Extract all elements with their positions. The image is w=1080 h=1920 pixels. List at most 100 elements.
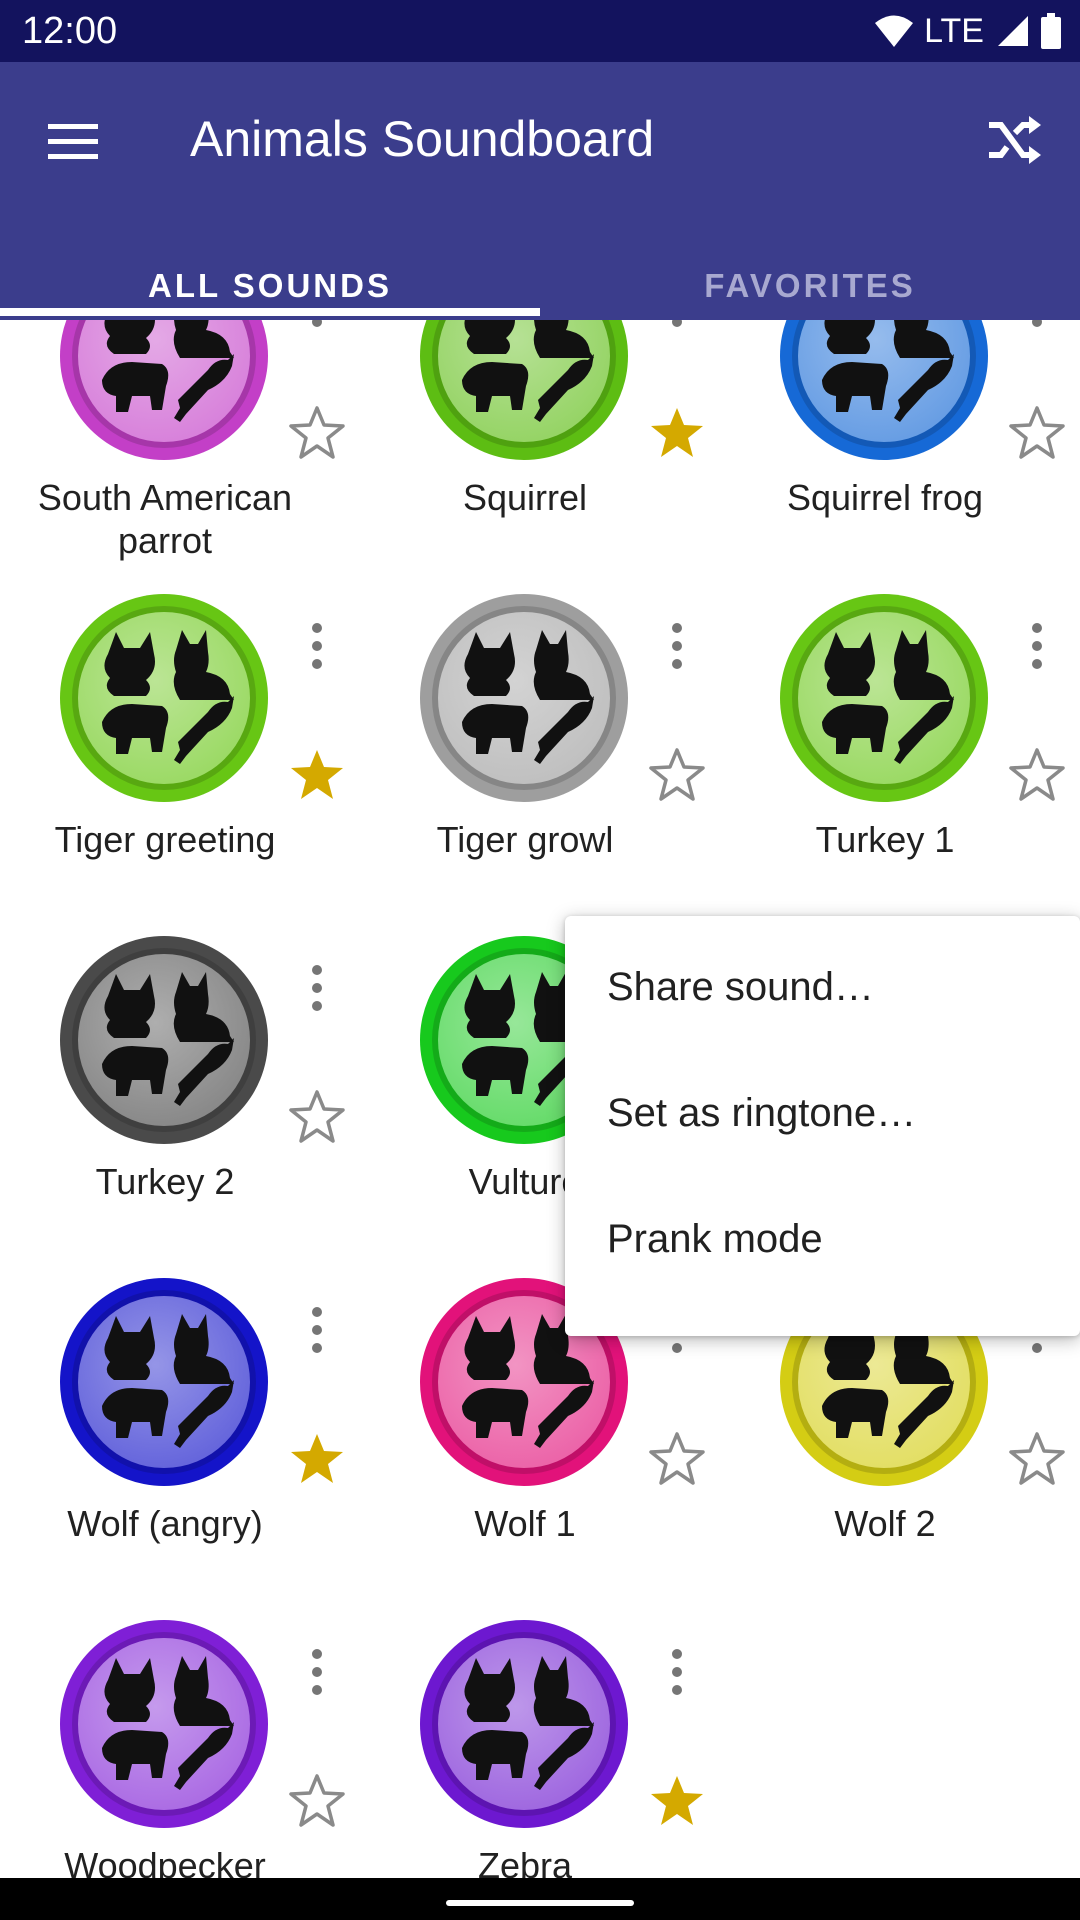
sound-item: Turkey 2: [0, 934, 360, 1276]
tab-indicator: [0, 308, 540, 316]
sound-row: South American parrot Squirrel Squirrel fr…: [0, 320, 1080, 592]
favorite-toggle[interactable]: [1008, 746, 1066, 804]
sound-label: Zebra: [477, 1845, 573, 1878]
sound-label: Woodpecker: [64, 1845, 266, 1878]
more-options-button[interactable]: [290, 958, 344, 1018]
more-options-button[interactable]: [1010, 616, 1064, 676]
sound-item: Wolf (angry): [0, 1276, 360, 1618]
sound-label: Turkey 2: [95, 1161, 235, 1202]
animals-emblem-icon: [780, 594, 988, 802]
sound-label: Turkey 1: [815, 819, 955, 860]
sound-options-menu: Share sound… Set as ringtone… Prank mode: [565, 916, 1080, 1336]
favorite-toggle[interactable]: [288, 1772, 346, 1830]
favorite-toggle[interactable]: [648, 1430, 706, 1488]
sound-item: Turkey 1: [720, 592, 1080, 934]
star-outline-icon: [289, 406, 345, 459]
tab-favorites[interactable]: FAVORITES: [540, 258, 1080, 320]
animals-emblem-icon: [420, 594, 628, 802]
sound-play-button[interactable]: [418, 592, 630, 804]
sound-row: Tiger greeting Tiger growl Turkey 1: [0, 592, 1080, 934]
sound-play-button[interactable]: [778, 592, 990, 804]
menu-item-share-sound[interactable]: Share sound…: [565, 924, 1080, 1050]
wifi-icon: [874, 14, 914, 48]
status-bar: 12:00 LTE: [0, 0, 1080, 62]
menu-item-prank-mode[interactable]: Prank mode: [565, 1176, 1080, 1302]
status-time: 12:00: [22, 10, 118, 52]
more-options-button[interactable]: [290, 1300, 344, 1360]
home-gesture-handle[interactable]: [446, 1900, 634, 1906]
sound-play-button[interactable]: [778, 320, 990, 462]
sound-label: Wolf (angry): [67, 1503, 263, 1544]
battery-icon: [1040, 13, 1062, 49]
animals-emblem-icon: [420, 1620, 628, 1828]
app-title: Animals Soundboard: [190, 111, 655, 167]
sound-item: Squirrel frog: [720, 320, 1080, 592]
menu-item-set-ringtone[interactable]: Set as ringtone…: [565, 1050, 1080, 1176]
navigation-bar: [0, 1878, 1080, 1920]
more-options-button[interactable]: [650, 1642, 704, 1702]
sound-play-button[interactable]: [58, 1276, 270, 1488]
sound-label: Wolf 1: [474, 1503, 576, 1544]
favorite-toggle[interactable]: [288, 1430, 346, 1488]
sound-label: Squirrel: [462, 477, 588, 518]
sound-item: Zebra: [360, 1618, 720, 1878]
animals-emblem-icon: [60, 936, 268, 1144]
more-options-button[interactable]: [290, 1642, 344, 1702]
sound-item: Woodpecker: [0, 1618, 360, 1878]
animals-emblem-icon: [60, 320, 268, 460]
status-icons: LTE: [874, 10, 1062, 52]
shuffle-icon: [985, 115, 1043, 170]
animals-emblem-icon: [60, 594, 268, 802]
animals-emblem-icon: [60, 1620, 268, 1828]
sound-label: Tiger growl: [436, 819, 614, 860]
sound-play-button[interactable]: [58, 592, 270, 804]
sound-play-button[interactable]: [418, 320, 630, 462]
sound-item: South American parrot: [0, 320, 360, 592]
more-options-button[interactable]: [290, 320, 344, 334]
star-outline-icon: [649, 1432, 705, 1485]
sound-label: South American parrot: [37, 477, 293, 561]
hamburger-menu-icon: [46, 121, 100, 166]
star-outline-icon: [289, 1774, 345, 1827]
star-filled-icon: [291, 750, 343, 799]
favorite-toggle[interactable]: [288, 746, 346, 804]
more-options-button[interactable]: [650, 320, 704, 334]
more-options-button[interactable]: [290, 616, 344, 676]
favorite-toggle[interactable]: [1008, 1430, 1066, 1488]
star-outline-icon: [289, 1090, 345, 1143]
star-filled-icon: [651, 1776, 703, 1825]
sound-label: Tiger greeting: [54, 819, 276, 860]
menu-button[interactable]: [38, 108, 108, 178]
more-options-button[interactable]: [650, 616, 704, 676]
app-bar: Animals Soundboard ALL SOUNDS FAVORITES: [0, 62, 1080, 320]
sound-label: Squirrel frog: [786, 477, 984, 518]
animals-emblem-icon: [60, 1278, 268, 1486]
favorite-toggle[interactable]: [648, 404, 706, 462]
favorite-toggle[interactable]: [288, 1088, 346, 1146]
more-options-button[interactable]: [1010, 320, 1064, 334]
sound-play-button[interactable]: [58, 320, 270, 462]
favorite-toggle[interactable]: [1008, 404, 1066, 462]
sound-item: Tiger greeting: [0, 592, 360, 934]
sound-item: Squirrel: [360, 320, 720, 592]
favorite-toggle[interactable]: [648, 1772, 706, 1830]
star-outline-icon: [1009, 406, 1065, 459]
star-outline-icon: [649, 748, 705, 801]
animals-emblem-icon: [780, 320, 988, 460]
favorite-toggle[interactable]: [288, 404, 346, 462]
sound-play-button[interactable]: [58, 1618, 270, 1830]
shuffle-button[interactable]: [976, 104, 1052, 180]
signal-icon: [996, 14, 1030, 48]
star-filled-icon: [651, 408, 703, 457]
animals-emblem-icon: [420, 320, 628, 460]
network-type-label: LTE: [924, 12, 984, 50]
sound-play-button[interactable]: [58, 934, 270, 1146]
sound-item: Tiger growl: [360, 592, 720, 934]
star-outline-icon: [1009, 1432, 1065, 1485]
sound-row: Woodpecker Zebra: [0, 1618, 1080, 1878]
star-filled-icon: [291, 1434, 343, 1483]
sound-play-button[interactable]: [418, 1618, 630, 1830]
favorite-toggle[interactable]: [648, 746, 706, 804]
sound-label: Wolf 2: [834, 1503, 936, 1544]
star-outline-icon: [1009, 748, 1065, 801]
